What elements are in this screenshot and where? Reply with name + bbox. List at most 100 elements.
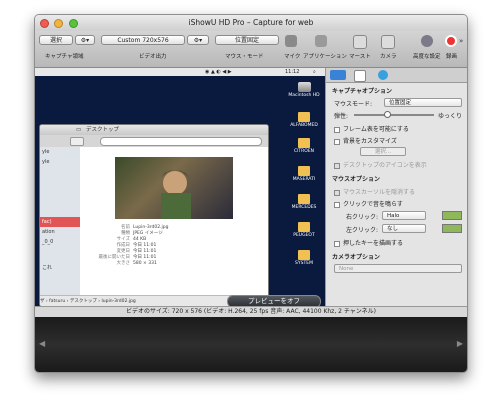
folder-icon	[298, 112, 310, 122]
camera-icon[interactable]	[381, 35, 395, 49]
gear-icon: ⚙▾	[80, 37, 90, 44]
sidebar-item[interactable]: _0_0	[40, 237, 80, 247]
overflow-chevron-icon[interactable]: »	[459, 37, 463, 45]
hard-drive-icon	[297, 82, 311, 92]
right-click-label: 右クリック:	[346, 214, 379, 221]
preview-off-button[interactable]: プレビューをオフ	[227, 295, 321, 306]
camera-label: カメラ	[380, 54, 397, 60]
hide-cursor-checkbox[interactable]: マウスカーソルを隠消する	[334, 187, 415, 196]
image-preview	[115, 157, 233, 219]
mouse-label: マースト	[349, 54, 371, 60]
anime-character-image	[161, 170, 191, 219]
capture-area-label: キャプチャ領域	[45, 54, 84, 60]
mouse-icon[interactable]	[353, 35, 367, 49]
finder-title: デスクトップ	[86, 127, 120, 133]
app-window: iShowU HD Pro – Capture for web 選択 ⚙▾ キャ…	[34, 14, 468, 373]
finder-window: ▭ デスクトップ yle yle fac) ation _0_0 これ 名前 L…	[39, 124, 269, 306]
mic-label: マイク	[284, 54, 301, 60]
folder-item[interactable]: CITROEN	[285, 138, 323, 154]
captured-menubar: ◉ ▲ ◐ ◀ ▶ 11:12 ⌕	[35, 68, 325, 76]
folder-icon	[298, 222, 310, 232]
gear-icon: ⚙▾	[193, 37, 203, 44]
sidebar-item[interactable]: これ	[40, 263, 80, 273]
finder-title-bar: ▭ デスクトップ	[40, 125, 268, 135]
sidebar-item[interactable]: yle	[40, 147, 80, 157]
frame-visible-checkbox[interactable]: フレーム表を可能にする	[334, 124, 409, 133]
finder-sidebar: yle yle fac) ation _0_0 これ	[40, 147, 80, 295]
folder-item[interactable]: MASERATI	[285, 166, 323, 182]
left-click-color-swatch[interactable]	[442, 224, 462, 233]
application-icon[interactable]	[315, 35, 327, 47]
folder-icon: ▭	[76, 127, 82, 133]
sidebar-item[interactable]: fac)	[40, 217, 80, 227]
status-bar: ビデオのサイズ: 720 x 576 (ビデオ: H.264, 25 fps 音…	[35, 306, 467, 317]
elasticity-slow-label: ゆっくり	[438, 113, 463, 120]
drive-item[interactable]: Macintosh HD	[285, 82, 323, 98]
checkbox-icon	[334, 201, 340, 208]
folder-item[interactable]: SYSTEM	[285, 250, 323, 266]
folder-item[interactable]: MERCEDES	[285, 194, 323, 210]
checkbox-icon	[334, 189, 340, 196]
show-pressed-keys-checkbox[interactable]: 押したキーを描画する	[334, 238, 403, 247]
toolbar: 選択 ⚙▾ キャプチャ領域 Custom 720x576 ⚙▾ ビデオ出力 位置…	[35, 31, 467, 68]
mouse-mode-label: マウス・モード	[225, 54, 264, 60]
tab-camera-icon[interactable]	[378, 70, 388, 80]
application-label: アプリケーション	[303, 54, 347, 60]
capture-preview: ◉ ▲ ◐ ◀ ▶ 11:12 ⌕ ▭ デスクトップ yle yle fac) …	[35, 68, 325, 306]
wifi-icon: ◉ ▲ ◐ ◀ ▶	[205, 69, 232, 75]
search-icon: ⌕	[313, 69, 316, 75]
folder-item[interactable]: PEUGEOT	[285, 222, 323, 238]
menubar-clock: 11:12	[285, 69, 300, 75]
next-arrow-icon[interactable]: ▶	[457, 339, 463, 348]
preferences-icon[interactable]	[421, 35, 433, 47]
capture-gear-button[interactable]: ⚙▾	[75, 35, 95, 45]
mouse-mode-dropdown[interactable]: 位置固定	[384, 98, 462, 107]
camera-options-title: カメラオプション	[332, 254, 381, 261]
panel-tabs	[326, 68, 467, 83]
checkbox-icon	[334, 126, 340, 133]
tab-mouse-icon[interactable]	[354, 70, 366, 82]
view-button[interactable]	[70, 137, 84, 146]
show-desktop-icons-checkbox[interactable]: デスクトップのアイコンを表示	[334, 160, 427, 169]
left-click-label: 左クリック:	[346, 227, 379, 234]
preferences-label: 高度な設定	[413, 54, 441, 60]
elasticity-slider[interactable]	[354, 114, 434, 116]
previous-arrow-icon[interactable]: ◀	[39, 339, 45, 348]
record-icon[interactable]	[445, 35, 457, 47]
finder-search-input[interactable]	[100, 137, 262, 146]
minimize-icon[interactable]	[54, 19, 64, 28]
file-info: 名前 Lupin-3rd02.jpg 種類 JPEG イメージ サイズ 44 KB 作…	[98, 225, 169, 266]
left-click-dropdown[interactable]: なし	[382, 224, 426, 233]
checkbox-icon	[334, 138, 340, 145]
slider-thumb[interactable]	[384, 111, 391, 118]
sidebar-item[interactable]: yle	[40, 157, 80, 167]
click-sound-checkbox[interactable]: クリックで音を鳴らす	[334, 199, 403, 208]
folder-icon	[298, 138, 310, 148]
select-area-button[interactable]: 選択	[39, 35, 73, 45]
folder-icon	[298, 166, 310, 176]
checkbox-checked-icon	[334, 162, 340, 169]
mouse-mode-select[interactable]: 位置固定	[215, 35, 279, 45]
preset-select[interactable]: Custom 720x576	[101, 35, 185, 45]
preset-gear-button[interactable]: ⚙▾	[187, 35, 209, 45]
elasticity-label: 弾性:	[334, 113, 349, 120]
mic-icon[interactable]	[285, 35, 297, 47]
capture-options-title: キャプチャオプション	[332, 88, 392, 95]
folder-icon	[298, 194, 310, 204]
sidebar-item[interactable]: ation	[40, 227, 80, 237]
folder-item[interactable]: ALFABOMED	[285, 112, 323, 128]
mouse-options-title: マウスオプション	[332, 176, 381, 183]
camera-dropdown[interactable]: None	[334, 264, 462, 273]
checkbox-icon	[334, 240, 340, 247]
zoom-icon[interactable]	[68, 19, 78, 28]
folder-icon	[298, 250, 310, 260]
video-output-label: ビデオ出力	[139, 54, 167, 60]
bg-customize-checkbox[interactable]: 背景をカスタマイズ	[334, 136, 397, 145]
right-click-dropdown[interactable]: Halo	[382, 211, 426, 220]
tab-display-icon[interactable]	[330, 70, 346, 80]
right-click-color-swatch[interactable]	[442, 211, 462, 220]
settings-panel: キャプチャオプション マウスモード: 位置固定 弾性: ゆっくり フレーム表を可…	[325, 68, 467, 306]
bg-select-button[interactable]: 選択...	[360, 147, 406, 156]
window-title: iShowU HD Pro – Capture for web	[188, 18, 314, 27]
close-icon[interactable]	[40, 19, 49, 28]
